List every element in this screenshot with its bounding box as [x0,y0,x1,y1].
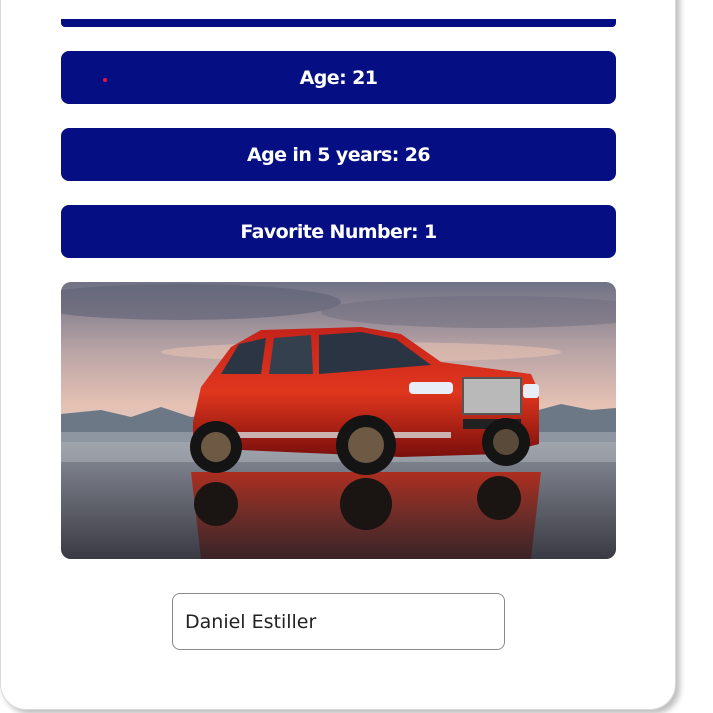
favorite-number-label: Favorite Number: 1 [240,220,437,243]
age-in-5-years-box: Age in 5 years: 26 [61,128,616,181]
age-box: Age: 21 [61,51,616,104]
name-input[interactable] [172,593,505,650]
red-dot-marker [103,78,107,82]
age-in-5-years-label: Age in 5 years: 26 [247,143,431,166]
favorite-number-box: Favorite Number: 1 [61,205,616,258]
age-label: Age: 21 [299,66,378,89]
car-photo [61,282,616,559]
page: Age: 21 Age in 5 years: 26 Favorite Numb… [0,0,713,713]
top-accent-bar [61,19,616,27]
